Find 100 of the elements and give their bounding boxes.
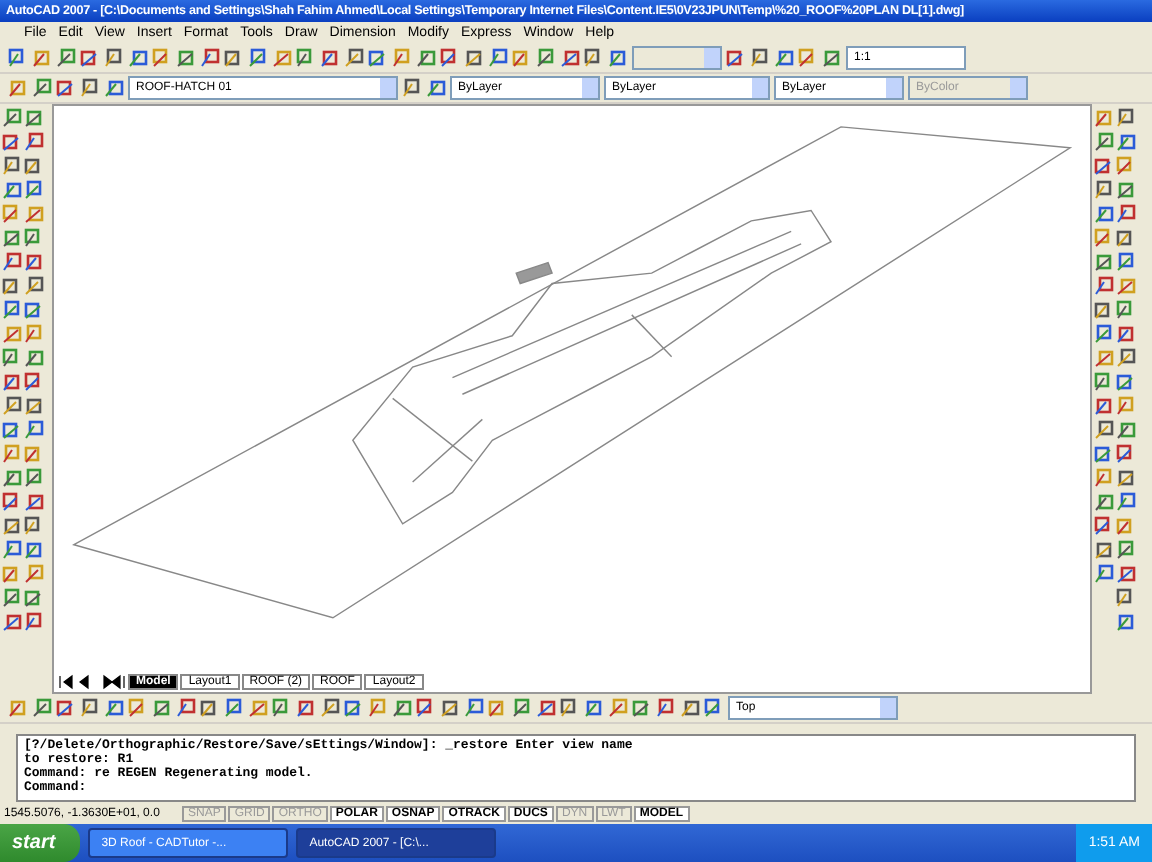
tool-icon[interactable] — [1094, 372, 1114, 392]
tool-icon[interactable] — [24, 108, 44, 128]
tool-icon[interactable] — [24, 564, 44, 584]
tool-icon[interactable] — [24, 132, 44, 152]
tool-icon[interactable] — [24, 396, 44, 416]
tool-icon[interactable] — [416, 698, 436, 718]
tool-icon[interactable] — [632, 698, 652, 718]
tool-icon[interactable] — [774, 48, 794, 68]
tool-icon[interactable] — [24, 420, 44, 440]
tool-icon[interactable] — [24, 492, 44, 512]
tool-icon[interactable] — [224, 48, 244, 68]
tool-icon[interactable] — [2, 108, 22, 128]
tool-icon[interactable] — [80, 78, 100, 98]
tool-icon[interactable] — [560, 698, 580, 718]
tool-icon[interactable] — [104, 78, 124, 98]
tool-icon[interactable] — [2, 228, 22, 248]
tool-icon[interactable] — [24, 348, 44, 368]
tool-icon[interactable] — [272, 698, 292, 718]
tool-icon[interactable] — [2, 468, 22, 488]
tool-icon[interactable] — [1116, 516, 1136, 536]
tool-icon[interactable] — [24, 156, 44, 176]
tool-icon[interactable] — [2, 180, 22, 200]
tool-icon[interactable] — [488, 48, 508, 68]
tool-icon[interactable] — [1116, 540, 1136, 560]
tool-icon[interactable] — [1094, 108, 1114, 128]
tool-icon[interactable] — [416, 48, 436, 68]
tab-nav-arrows-icon[interactable] — [58, 673, 126, 689]
tool-icon[interactable] — [128, 48, 148, 68]
tool-icon[interactable] — [1116, 252, 1136, 272]
tool-icon[interactable] — [608, 48, 628, 68]
tool-icon[interactable] — [24, 300, 44, 320]
tool-icon[interactable] — [8, 78, 28, 98]
tool-icon[interactable] — [2, 204, 22, 224]
tool-icon[interactable] — [24, 276, 44, 296]
tool-icon[interactable] — [24, 204, 44, 224]
tool-icon[interactable] — [2, 516, 22, 536]
tool-icon[interactable] — [1094, 468, 1114, 488]
tool-icon[interactable] — [24, 540, 44, 560]
tool-icon[interactable] — [32, 48, 52, 68]
tool-icon[interactable] — [1116, 132, 1136, 152]
tool-icon[interactable] — [224, 698, 244, 718]
tool-icon[interactable] — [1116, 204, 1136, 224]
tool-icon[interactable] — [1094, 276, 1114, 296]
tool-icon[interactable] — [1116, 324, 1136, 344]
tool-icon[interactable] — [1094, 516, 1114, 536]
tool-icon[interactable] — [584, 698, 604, 718]
tool-icon[interactable] — [1094, 132, 1114, 152]
tool-icon[interactable] — [1116, 300, 1136, 320]
tool-icon[interactable] — [368, 48, 388, 68]
tool-icon[interactable] — [440, 48, 460, 68]
tool-icon[interactable] — [80, 48, 100, 68]
tool-icon[interactable] — [1094, 204, 1114, 224]
tool-icon[interactable] — [1094, 564, 1114, 584]
tool-icon[interactable] — [2, 564, 22, 584]
tool-icon[interactable] — [128, 698, 148, 718]
tool-icon[interactable] — [2, 396, 22, 416]
tool-icon[interactable] — [2, 540, 22, 560]
tool-icon[interactable] — [8, 48, 28, 68]
tool-icon[interactable] — [798, 48, 818, 68]
tool-icon[interactable] — [1116, 276, 1136, 296]
tool-icon[interactable] — [2, 324, 22, 344]
tool-icon[interactable] — [2, 372, 22, 392]
tool-icon[interactable] — [726, 48, 746, 68]
tool-icon[interactable] — [704, 698, 724, 718]
tool-icon[interactable] — [1094, 420, 1114, 440]
tool-icon[interactable] — [368, 698, 388, 718]
tool-icon[interactable] — [296, 698, 316, 718]
tool-icon[interactable] — [2, 420, 22, 440]
tool-icon[interactable] — [200, 698, 220, 718]
tool-icon[interactable] — [512, 698, 532, 718]
tool-icon[interactable] — [2, 276, 22, 296]
tool-icon[interactable] — [2, 612, 22, 632]
tool-icon[interactable] — [1094, 156, 1114, 176]
tool-icon[interactable] — [32, 78, 52, 98]
tool-icon[interactable] — [1094, 348, 1114, 368]
tool-icon[interactable] — [2, 300, 22, 320]
tool-icon[interactable] — [24, 324, 44, 344]
tool-icon[interactable] — [104, 48, 124, 68]
tool-icon[interactable] — [2, 348, 22, 368]
tool-icon[interactable] — [584, 48, 604, 68]
tool-icon[interactable] — [344, 698, 364, 718]
tool-icon[interactable] — [320, 698, 340, 718]
start-button[interactable]: start — [0, 824, 80, 862]
tool-icon[interactable] — [24, 372, 44, 392]
tool-icon[interactable] — [680, 698, 700, 718]
tool-icon[interactable] — [392, 698, 412, 718]
tool-icon[interactable] — [2, 156, 22, 176]
tool-icon[interactable] — [248, 698, 268, 718]
tool-icon[interactable] — [1094, 324, 1114, 344]
tool-icon[interactable] — [24, 444, 44, 464]
tool-icon[interactable] — [1116, 348, 1136, 368]
tool-icon[interactable] — [1116, 564, 1136, 584]
tool-icon[interactable] — [152, 48, 172, 68]
tool-icon[interactable] — [24, 468, 44, 488]
tool-icon[interactable] — [464, 48, 484, 68]
tool-icon[interactable] — [296, 48, 316, 68]
tool-icon[interactable] — [248, 48, 268, 68]
tool-icon[interactable] — [8, 698, 28, 718]
tool-icon[interactable] — [1116, 492, 1136, 512]
tool-icon[interactable] — [2, 252, 22, 272]
